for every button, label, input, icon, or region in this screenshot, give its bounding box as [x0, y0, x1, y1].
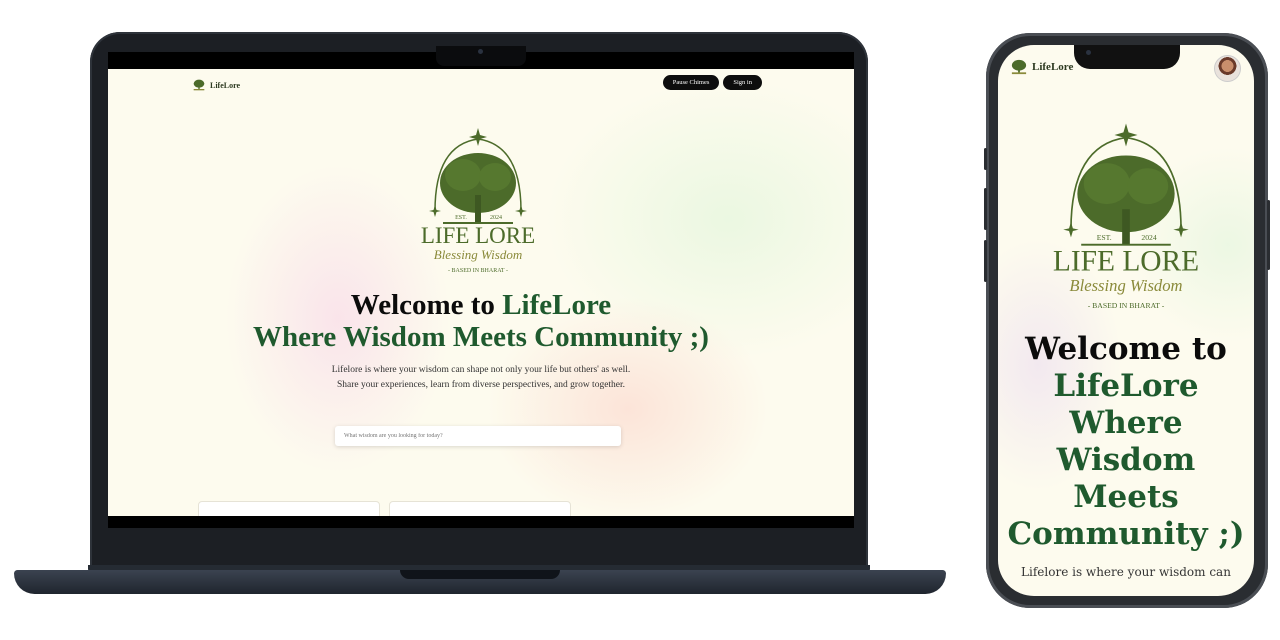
hero-heading: Welcome to LifeLore Where Wisdom Meets C… [108, 289, 854, 353]
tree-logo-icon [1011, 59, 1027, 75]
brand-link[interactable]: LifeLore [192, 79, 240, 91]
brand-name: LifeLore [1032, 61, 1074, 73]
hero-welcome-prefix: Welcome to [350, 289, 503, 321]
phone-screen: LifeLore EST. 2024 LIFE LORE Blessing Wi… [998, 45, 1254, 596]
logo-sub: - BASED IN BHARAT - [1088, 301, 1165, 310]
logo-est: EST. [1097, 233, 1112, 242]
header-actions: Pause Chimes Sign in [662, 75, 762, 90]
hero-description-2: Share your experiences, learn from diver… [336, 380, 626, 390]
lifelore-logo: EST. 2024 LIFE LORE Blessing Wisdom - BA… [1053, 123, 1199, 310]
laptop-page: LifeLore Pause Chimes Sign in EST. 2024 … [108, 69, 854, 516]
wisdom-card[interactable] [389, 501, 571, 516]
phone-power-button [1267, 200, 1270, 270]
phone-side-button [984, 148, 987, 170]
hero-welcome-brand: LifeLore [1053, 368, 1199, 404]
logo-sub: - BASED IN BHARAT - [448, 268, 508, 274]
hero-description-1: Lifelore is where your wisdom can shape … [331, 365, 631, 375]
logo-tagline: Blessing Wisdom [1069, 276, 1182, 295]
brand-link[interactable]: LifeLore [1010, 59, 1073, 75]
hero-description: Lifelore is where your wisdom can shape … [108, 363, 854, 393]
logo-tagline: Blessing Wisdom [434, 247, 522, 262]
tree-logo-icon [193, 79, 205, 91]
hero-tagline: Where Wisdom Meets Community ;) [253, 321, 709, 353]
lifelore-logo: EST. 2024 LIFE LORE Blessing Wisdom - BA… [421, 128, 535, 274]
hero-tagline-line: Community ;) [1007, 516, 1245, 552]
phone-volume-up [984, 188, 987, 230]
hero-description: Lifelore is where your wisdom can [1021, 565, 1231, 579]
sign-in-button[interactable]: Sign in [723, 75, 762, 90]
hero-welcome-brand: LifeLore [502, 289, 612, 321]
pause-chimes-button[interactable]: Pause Chimes [662, 75, 720, 90]
logo-year: 2024 [490, 215, 502, 221]
wisdom-card[interactable] [198, 501, 380, 516]
avatar[interactable] [1214, 55, 1241, 82]
search-input[interactable] [335, 426, 621, 446]
hero-tagline-line: Wisdom [1056, 442, 1196, 478]
laptop-screen: LifeLore Pause Chimes Sign in EST. 2024 … [108, 52, 854, 528]
brand-name: LifeLore [210, 80, 241, 90]
hero-tagline-line: Where [1069, 405, 1183, 441]
hero-tagline-line: Meets [1073, 479, 1179, 515]
camera-icon [478, 49, 483, 54]
hero-welcome-prefix: Welcome to [1025, 331, 1227, 367]
hero-heading: Welcome to LifeLore Where Wisdom Meets C… [998, 331, 1254, 553]
phone-volume-down [984, 240, 987, 282]
phone-notch [1074, 45, 1180, 69]
camera-icon [1086, 50, 1091, 55]
laptop-lip [400, 570, 560, 579]
logo-est: EST. [455, 215, 467, 221]
logo-title: LIFE LORE [1053, 246, 1199, 278]
logo-title: LIFE LORE [421, 223, 535, 248]
logo-year: 2024 [1141, 233, 1157, 242]
